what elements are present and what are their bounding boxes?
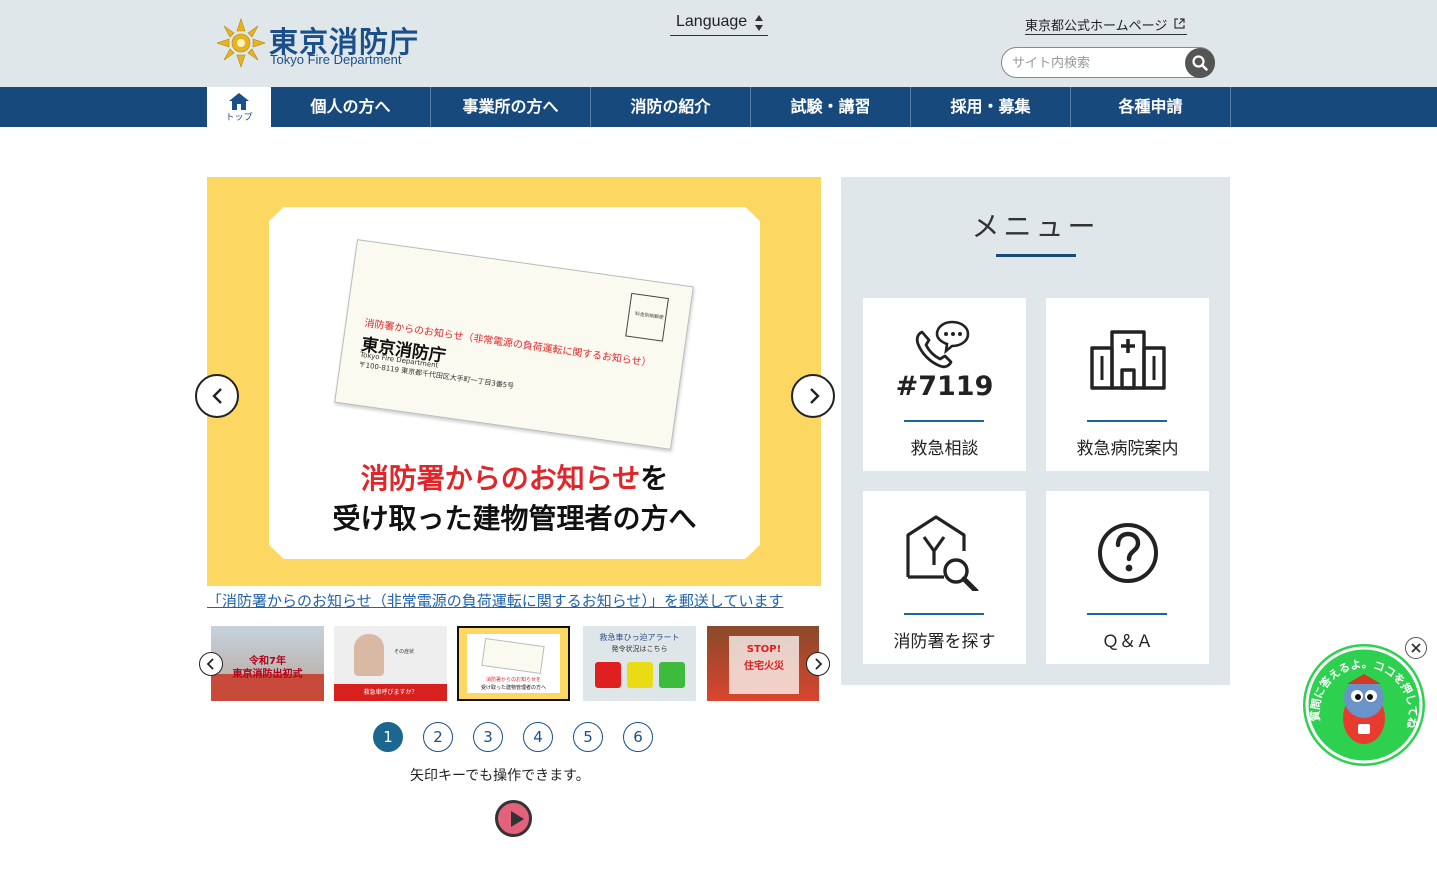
slide-headline-red: 消防署からのお知らせ [360,462,641,495]
thumbnail-2-text1: その症状 [394,649,415,655]
nav-item-exams[interactable]: 試験・講習 [751,87,911,127]
tile-qa-label: Ｑ＆Ａ [1102,632,1153,652]
nav-item-individuals[interactable]: 個人の方へ [271,87,431,127]
hero-slider[interactable]: 料金別納郵便 消防署からのお知らせ（非常電源の負荷運転に関するお知らせ） 東京消… [207,177,821,586]
tile-emergency-consult[interactable]: #7119 救急相談 [863,298,1026,471]
page-dot-6[interactable]: 6 [623,722,653,752]
slide-headline-particle: を [640,462,669,495]
tile-divider [1087,420,1167,422]
quick-menu: メニュー #7119 救急相談 救急病院案内 消防署を探す Ｑ＆Ａ [841,177,1230,685]
thumbnail-1[interactable]: 令和7年 東京消防出初式 [211,626,324,701]
page-dot-5[interactable]: 5 [573,722,603,752]
tile-qa-icon [1046,513,1209,595]
search-button[interactable] [1185,48,1215,78]
language-label: Language [676,13,748,30]
thumbnail-5-text2: 住宅火災 [744,661,784,672]
close-icon [1411,643,1421,653]
page-dot-3[interactable]: 3 [473,722,503,752]
chevron-left-icon [206,658,214,670]
thumbnail-4[interactable]: 救急車ひっ迫アラート 発令状況はこちら [583,626,696,701]
keyboard-hint: 矢印キーでも操作できます。 [410,768,590,784]
tile-emergency-consult-icon: #7119 [863,320,1026,402]
nav-home-label: トップ [225,113,253,123]
envelope-stamp-text: 料金別納郵便 [634,311,664,321]
search-input[interactable] [1012,53,1182,73]
nav-item-applications[interactable]: 各種申請 [1071,87,1231,127]
tile-find-station-icon [863,513,1026,595]
site-logo[interactable]: 東京消防庁 Tokyo Fire Department [217,17,427,71]
thumbnail-5[interactable]: STOP! 住宅火災 [707,626,819,701]
slider-next-button[interactable] [791,374,835,418]
tile-find-station-label: 消防署を探す [893,632,996,652]
tile-find-station[interactable]: 消防署を探す [863,491,1026,664]
slide-headline-line2: 受け取った建物管理者の方へ [332,502,697,535]
page-dot-2[interactable]: 2 [423,722,453,752]
page-dot-4[interactable]: 4 [523,722,553,752]
site-search [1001,47,1215,78]
tokyo-gov-link[interactable]: 東京都公式ホームページ [1025,15,1188,35]
thumbnail-next-button[interactable] [806,652,830,676]
play-icon [511,811,524,827]
thumbnail-1-text2: 東京消防出初式 [232,669,303,680]
logo-text-en: Tokyo Fire Department [270,52,402,67]
menu-title: メニュー [971,210,1100,243]
thumbnail-4-text2: 発令状況はこちら [611,645,668,653]
phone-chat-icon [915,320,969,369]
updown-arrows-icon [755,15,763,31]
thumbnail-3-selected[interactable]: 消防署からのお知らせを 受け取った建物管理者の方へ [457,626,570,701]
thumbnail-5-text1: STOP! [746,644,782,655]
slider-play-button[interactable] [495,800,532,837]
thumbnail-2[interactable]: その症状 救急車呼びますか？ [334,626,447,701]
site-header: 東京消防庁 Tokyo Fire Department Language 東京都… [0,0,1437,87]
thumbnail-prev-button[interactable] [199,652,223,676]
nav-item-about[interactable]: 消防の紹介 [591,87,751,127]
slide-card: 料金別納郵便 消防署からのお知らせ（非常電源の負荷運転に関するお知らせ） 東京消… [269,207,760,559]
question-icon [1097,523,1158,583]
tile-hospital-guide-label: 救急病院案内 [1076,439,1179,459]
nav-item-businesses[interactable]: 事業所の方へ [431,87,591,127]
envelope-image: 料金別納郵便 消防署からのお知らせ（非常電源の負荷運転に関するお知らせ） 東京消… [334,239,694,450]
tile-divider [904,613,984,615]
nav-home[interactable]: トップ [207,87,271,127]
thumbnail-strip: 令和7年 東京消防出初式 その症状 救急車呼びますか？ 消防署からのお知らせを … [199,624,830,704]
chevron-right-icon [815,658,823,670]
tile-qa[interactable]: Ｑ＆Ａ [1046,491,1209,664]
page-dot-1[interactable]: 1 [373,722,403,752]
chatbot-mascot-button[interactable]: 質問に答えるよ。ココを押してね！ [1298,634,1425,766]
tile-divider [904,420,984,422]
tile-emergency-consult-label: 救急相談 [910,439,979,459]
thumbnail-3-text2: 受け取った建物管理者の方へ [480,685,546,691]
fire-emblem-icon [217,18,265,68]
menu-title-underline [996,254,1076,257]
tile-hospital-guide[interactable]: 救急病院案内 [1046,298,1209,471]
tile-divider [1087,613,1167,615]
chevron-right-icon [810,388,820,404]
envelope-stamp: 料金別納郵便 [625,292,669,342]
mascot-icon: 質問に答えるよ。ココを押してね！ [1298,634,1423,764]
search-icon [1192,55,1208,71]
home-icon [229,93,249,110]
slider-prev-button[interactable] [195,374,239,418]
thumbnail-2-text2: 救急車呼びますか？ [363,689,418,696]
chevron-left-icon [212,388,222,404]
language-select[interactable]: Language [670,12,768,36]
hospital-icon [1089,330,1166,390]
thumbnail-4-text1: 救急車ひっ迫アラート [599,633,680,642]
global-nav: トップ 個人の方へ 事業所の方へ 消防の紹介 試験・講習 採用・募集 各種申請 [0,87,1437,127]
tile-hospital-guide-icon [1046,320,1209,402]
slide-headline: 消防署からのお知らせを [269,457,760,497]
tile-emergency-number: #7119 [895,371,994,402]
mascot-close-button[interactable] [1405,637,1427,659]
tokyo-gov-link-label: 東京都公式ホームページ [1025,19,1168,34]
house-search-icon [905,515,978,591]
thumbnail-3-text1: 消防署からのお知らせを [486,677,541,683]
nav-item-recruiting[interactable]: 採用・募集 [911,87,1071,127]
slide-caption-link[interactable]: 「消防署からのお知らせ（非常電源の負荷運転に関するお知らせ）」を郵送しています [207,590,783,611]
external-link-icon [1174,18,1185,29]
